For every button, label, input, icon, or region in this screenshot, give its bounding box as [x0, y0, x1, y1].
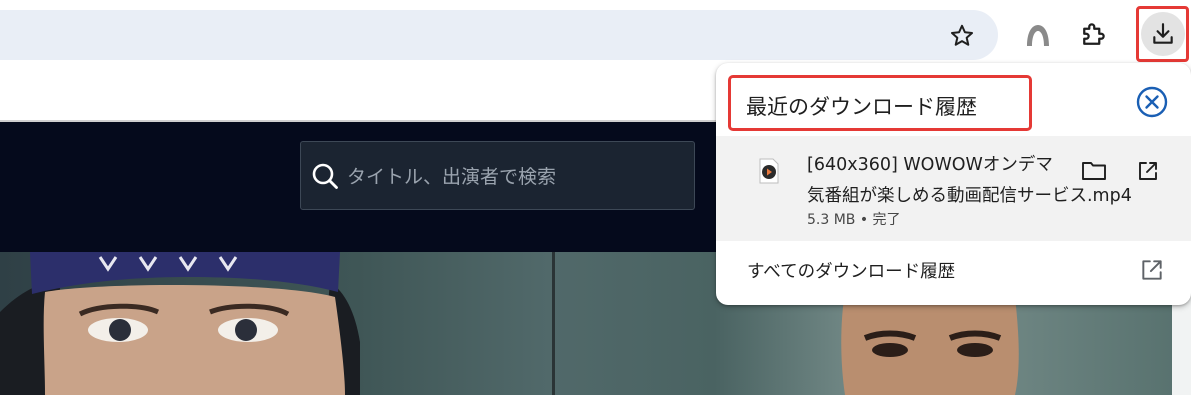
download-button-highlight — [1136, 6, 1189, 62]
file-name-line1: [640x360] WOWOWオンデマ — [807, 155, 1053, 175]
show-in-folder-button[interactable] — [1077, 156, 1111, 186]
profile-icon[interactable] — [1021, 18, 1055, 52]
search-placeholder: タイトル、出演者で検索 — [347, 166, 557, 188]
search-icon — [312, 163, 338, 189]
star-icon[interactable] — [948, 22, 976, 50]
open-file-button[interactable] — [1131, 156, 1165, 186]
file-meta: 5.3 MB • 完了 — [807, 212, 901, 228]
video-file-icon — [758, 158, 780, 184]
close-icon[interactable] — [1135, 85, 1169, 119]
browser-toolbar — [0, 0, 1191, 66]
all-downloads-label: すべてのダウンロード履歴 — [747, 262, 956, 282]
download-bubble: 最近のダウンロード履歴 [640x360] WOWOWオンデマ 気番組が楽しめる… — [716, 63, 1191, 305]
extensions-icon[interactable] — [1076, 18, 1110, 52]
open-external-icon — [1139, 257, 1167, 285]
hero-panel-divider — [552, 252, 555, 395]
folder-icon — [1082, 162, 1106, 180]
all-downloads-link[interactable]: すべてのダウンロード履歴 — [716, 241, 1191, 303]
open-external-icon — [1139, 162, 1157, 180]
bubble-title: 最近のダウンロード履歴 — [746, 95, 977, 119]
download-item[interactable]: [640x360] WOWOWオンデマ 気番組が楽しめる動画配信サービス.mp4… — [716, 136, 1191, 241]
address-bar[interactable] — [0, 10, 998, 60]
search-input[interactable]: タイトル、出演者で検索 — [300, 141, 695, 210]
